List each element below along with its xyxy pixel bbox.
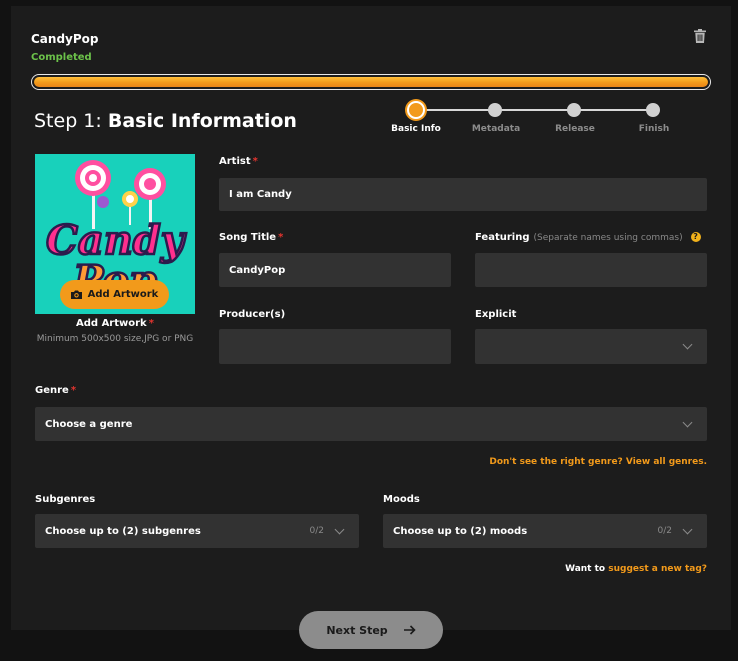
subgenres-select[interactable]: Choose up to (2) subgenres 0/2 xyxy=(35,514,359,548)
subgenres-label: Subgenres xyxy=(35,494,96,505)
artist-label: Artist * xyxy=(219,156,258,167)
page-title: Step 1: Basic Information xyxy=(34,110,297,132)
moods-select-value: Choose up to (2) moods xyxy=(393,525,528,537)
moods-count: 0/2 xyxy=(657,526,672,536)
upload-progress-bar xyxy=(31,74,711,90)
featuring-input[interactable] xyxy=(475,253,707,287)
song-title-input[interactable]: CandyPop xyxy=(219,253,451,287)
arrow-right-icon xyxy=(403,625,416,635)
next-step-label: Next Step xyxy=(326,623,388,637)
step-dot-metadata[interactable] xyxy=(488,103,502,117)
stepper-track xyxy=(416,109,654,111)
next-step-button[interactable]: Next Step xyxy=(299,611,443,649)
subgenres-select-value: Choose up to (2) subgenres xyxy=(45,525,201,537)
required-marker: * xyxy=(148,318,154,329)
suggest-tag-line: Want to suggest a new tag? xyxy=(565,564,707,574)
camera-icon xyxy=(70,290,82,299)
chevron-down-icon xyxy=(682,339,693,350)
step-label-release: Release xyxy=(555,124,595,134)
song-title-label: Song Title * xyxy=(219,232,283,243)
genre-select[interactable]: Choose a genre xyxy=(35,407,707,441)
producers-label: Producer(s) xyxy=(219,309,286,320)
step-prefix: Step 1: xyxy=(34,110,102,132)
step-dot-release[interactable] xyxy=(567,103,581,117)
view-all-genres-link[interactable]: Don't see the right genre? View all genr… xyxy=(489,457,707,467)
explicit-select[interactable] xyxy=(475,329,707,364)
required-marker: * xyxy=(70,385,77,396)
add-artwork-button-label: Add Artwork xyxy=(87,289,159,300)
step-label-finish: Finish xyxy=(638,124,670,134)
artist-input[interactable]: I am Candy xyxy=(219,178,707,211)
required-marker: * xyxy=(278,232,284,243)
song-title-label-text: Song Title xyxy=(219,232,277,243)
chevron-down-icon xyxy=(334,524,345,534)
artwork-label: Add Artwork * xyxy=(35,318,195,329)
producers-input[interactable] xyxy=(219,329,451,364)
artwork-label-text: Add Artwork xyxy=(76,318,147,329)
featuring-label-text: Featuring xyxy=(475,232,530,243)
suggest-tag-link[interactable]: suggest a new tag? xyxy=(608,564,707,574)
trash-icon[interactable] xyxy=(694,29,706,43)
required-marker: * xyxy=(252,156,258,167)
genre-label-text: Genre xyxy=(35,385,69,396)
upload-status: Completed xyxy=(31,52,92,63)
upload-progress-fill xyxy=(34,77,708,87)
featuring-label: Featuring (Separate names using commas)? xyxy=(475,232,701,243)
suggest-tag-prefix: Want to xyxy=(565,564,606,574)
chevron-down-icon xyxy=(682,524,693,534)
moods-label: Moods xyxy=(383,494,420,505)
file-name: CandyPop xyxy=(31,32,99,46)
add-artwork-button[interactable]: Add Artwork xyxy=(60,280,169,309)
subgenres-controls: 0/2 xyxy=(309,524,345,536)
explicit-label: Explicit xyxy=(475,309,517,320)
moods-select[interactable]: Choose up to (2) moods 0/2 xyxy=(383,514,707,548)
subgenres-count: 0/2 xyxy=(309,526,324,536)
step-dot-basic-info[interactable] xyxy=(407,101,425,119)
step-label-metadata: Metadata xyxy=(471,124,521,134)
moods-controls: 0/2 xyxy=(657,524,693,536)
chevron-down-icon xyxy=(682,417,693,427)
step-title: Basic Information xyxy=(107,110,297,132)
artist-label-text: Artist xyxy=(219,156,251,167)
featuring-hint: (Separate names using commas) xyxy=(533,233,683,243)
artwork-requirements: Minimum 500x500 size,JPG or PNG xyxy=(36,334,194,344)
genre-label: Genre * xyxy=(35,385,76,396)
step-label-basic-info: Basic Info xyxy=(391,124,441,134)
help-icon[interactable]: ? xyxy=(690,232,701,242)
step-dot-finish[interactable] xyxy=(646,103,660,117)
genre-select-value: Choose a genre xyxy=(45,418,133,430)
